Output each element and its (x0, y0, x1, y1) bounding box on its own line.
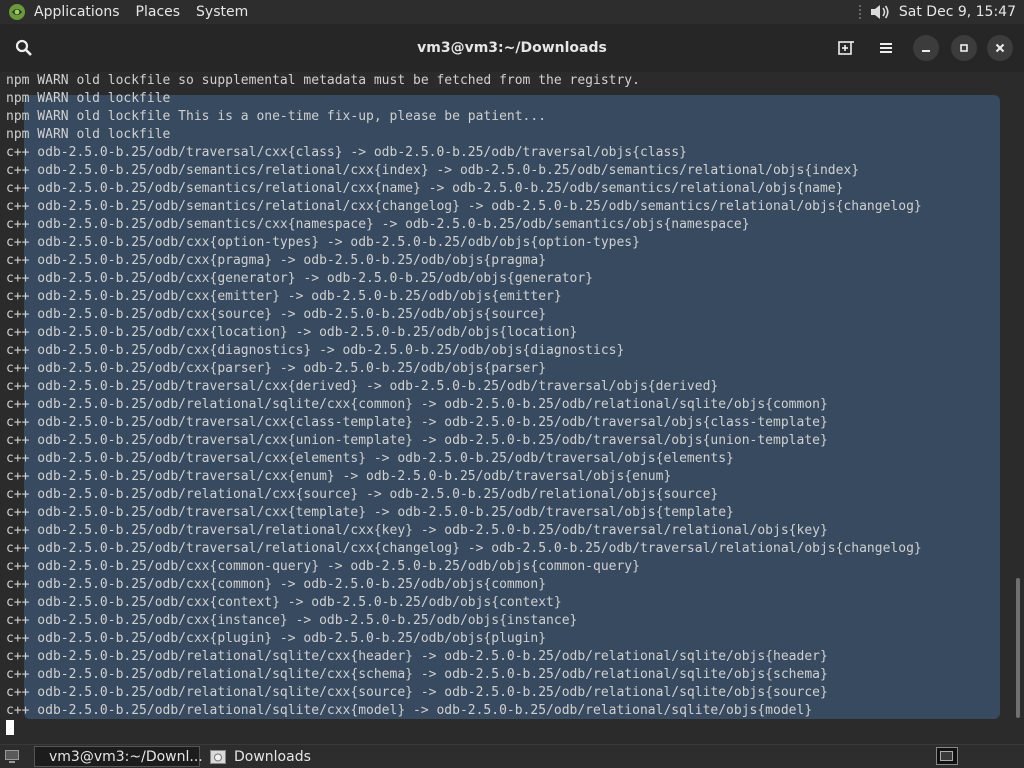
terminal-line: npm WARN old lockfile This is a one-time… (6, 109, 547, 124)
minimize-icon (922, 50, 930, 52)
terminal-line: c++ odb-2.5.0-b.25/odb/relational/sqlite… (6, 649, 828, 664)
taskbar-item-label: vm3@vm3:~/Downl... (49, 748, 203, 765)
minimize-button[interactable] (913, 35, 939, 61)
terminal-line: c++ odb-2.5.0-b.25/odb/traversal/cxx{uni… (6, 433, 828, 448)
taskbar-item-terminal[interactable]: vm3@vm3:~/Downl... (34, 746, 203, 767)
close-icon (995, 43, 1005, 53)
hamburger-menu-icon (880, 43, 892, 53)
terminal-line: c++ odb-2.5.0-b.25/odb/cxx{plugin} -> od… (6, 631, 547, 646)
terminal-line: c++ odb-2.5.0-b.25/odb/traversal/cxx{cla… (6, 145, 687, 160)
panel-handle-icon (858, 5, 861, 19)
maximize-button[interactable] (951, 35, 977, 61)
terminal-line: c++ odb-2.5.0-b.25/odb/cxx{option-types}… (6, 235, 640, 250)
terminal-cursor (6, 720, 14, 735)
terminal-line: c++ odb-2.5.0-b.25/odb/traversal/cxx{tem… (6, 505, 734, 520)
terminal-lines: npm WARN old lockfile so supplemental me… (6, 72, 1004, 720)
bottom-panel: vm3@vm3:~/Downl... Downloads (0, 744, 1024, 768)
terminal-line: c++ odb-2.5.0-b.25/odb/cxx{common-query}… (6, 559, 640, 574)
terminal-line: npm WARN old lockfile so supplemental me… (6, 73, 640, 88)
terminal-line: c++ odb-2.5.0-b.25/odb/cxx{source} -> od… (6, 307, 547, 322)
terminal-output-area[interactable]: npm WARN old lockfile so supplemental me… (0, 72, 1024, 744)
terminal-line: c++ odb-2.5.0-b.25/odb/cxx{parser} -> od… (6, 361, 547, 376)
terminal-line: npm WARN old lockfile (6, 91, 171, 106)
terminal-line: c++ odb-2.5.0-b.25/odb/relational/sqlite… (6, 685, 828, 700)
terminal-line: c++ odb-2.5.0-b.25/odb/relational/sqlite… (6, 667, 828, 682)
window-title: vm3@vm3:~/Downloads (417, 40, 607, 56)
terminal-line: c++ odb-2.5.0-b.25/odb/semantics/relatio… (6, 181, 844, 196)
terminal-line: c++ odb-2.5.0-b.25/odb/semantics/relatio… (6, 199, 922, 214)
terminal-line: c++ odb-2.5.0-b.25/odb/semantics/relatio… (6, 163, 860, 178)
terminal-line: c++ odb-2.5.0-b.25/odb/cxx{generator} ->… (6, 271, 593, 286)
terminal-titlebar[interactable]: vm3@vm3:~/Downloads (0, 24, 1024, 72)
terminal-line: npm WARN old lockfile (6, 127, 171, 142)
show-desktop-icon[interactable] (4, 748, 20, 764)
terminal-line: c++ odb-2.5.0-b.25/odb/cxx{common} -> od… (6, 577, 547, 592)
clock[interactable]: Sat Dec 9, 15:47 (899, 4, 1016, 20)
terminal-line: c++ odb-2.5.0-b.25/odb/traversal/relatio… (6, 523, 828, 538)
terminal-line: c++ odb-2.5.0-b.25/odb/traversal/cxx{cla… (6, 415, 828, 430)
distro-logo-icon[interactable] (8, 3, 26, 21)
terminal-line: c++ odb-2.5.0-b.25/odb/relational/sqlite… (6, 703, 813, 718)
workspace-switcher[interactable] (936, 747, 958, 765)
hamburger-menu-button[interactable] (874, 36, 898, 60)
places-menu[interactable]: Places (136, 4, 181, 20)
terminal-line: c++ odb-2.5.0-b.25/odb/cxx{emitter} -> o… (6, 289, 562, 304)
maximize-icon (960, 44, 968, 52)
terminal-line: c++ odb-2.5.0-b.25/odb/traversal/cxx{ele… (6, 451, 734, 466)
terminal-line: c++ odb-2.5.0-b.25/odb/traversal/cxx{enu… (6, 469, 672, 484)
new-tab-icon (838, 41, 854, 55)
volume-icon[interactable] (869, 2, 891, 22)
terminal-line: c++ odb-2.5.0-b.25/odb/relational/cxx{so… (6, 487, 719, 502)
terminal-line: c++ odb-2.5.0-b.25/odb/traversal/cxx{der… (6, 379, 719, 394)
terminal-line: c++ odb-2.5.0-b.25/odb/semantics/cxx{nam… (6, 217, 750, 232)
workspace-window-thumbnail (940, 751, 953, 761)
taskbar-item-downloads[interactable]: Downloads (204, 746, 370, 767)
terminal-line: c++ odb-2.5.0-b.25/odb/cxx{pragma} -> od… (6, 253, 547, 268)
terminal-line: c++ odb-2.5.0-b.25/odb/cxx{diagnostics} … (6, 343, 625, 358)
top-panel: Applications Places System Sat Dec 9, 15… (0, 0, 1024, 24)
file-manager-icon (210, 749, 226, 764)
terminal-line: c++ odb-2.5.0-b.25/odb/cxx{location} -> … (6, 325, 578, 340)
taskbar-item-label: Downloads (234, 748, 311, 765)
terminal-line: c++ odb-2.5.0-b.25/odb/traversal/relatio… (6, 541, 922, 556)
terminal-line: c++ odb-2.5.0-b.25/odb/cxx{context} -> o… (6, 595, 562, 610)
close-button[interactable] (987, 35, 1013, 61)
search-icon (15, 39, 32, 56)
scrollbar[interactable] (1016, 578, 1020, 718)
new-tab-button[interactable] (834, 36, 858, 60)
search-button[interactable] (12, 36, 36, 60)
system-menu[interactable]: System (196, 4, 248, 20)
terminal-line: c++ odb-2.5.0-b.25/odb/cxx{instance} -> … (6, 613, 578, 628)
applications-menu[interactable]: Applications (34, 4, 120, 20)
terminal-line: c++ odb-2.5.0-b.25/odb/relational/sqlite… (6, 397, 828, 412)
